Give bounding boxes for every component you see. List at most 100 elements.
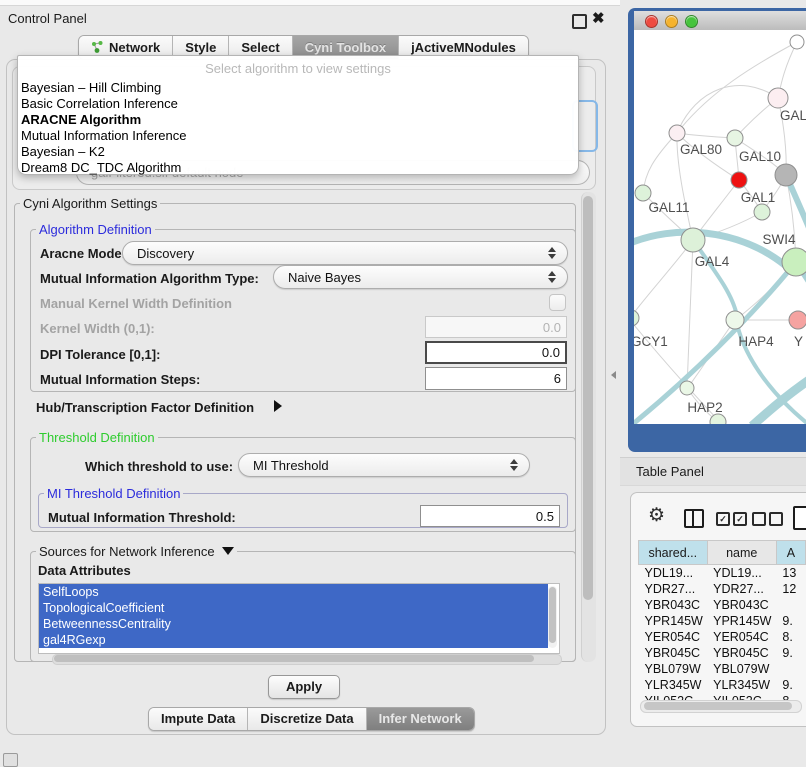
network-edge[interactable]	[643, 133, 677, 193]
table-cell[interactable]: YBR045C	[639, 645, 708, 661]
table-cell[interactable]: 9.	[776, 613, 805, 629]
attr-list-scrollbar[interactable]	[548, 586, 557, 648]
table-cell[interactable]: YPR145W	[639, 613, 708, 629]
network-node[interactable]	[789, 311, 806, 329]
attribute-list-item[interactable]: gal4RGexp	[39, 632, 548, 648]
table-column-header[interactable]: name	[707, 541, 776, 565]
algorithm-menu-item[interactable]: ARACNE Algorithm	[18, 112, 578, 128]
tab-impute-data[interactable]: Impute Data	[149, 708, 248, 730]
table-row[interactable]: YPR145WYPR145W9.	[639, 613, 806, 629]
table-cell[interactable]: 8.	[776, 629, 805, 645]
network-edge[interactable]	[677, 42, 797, 133]
minimized-panel-icon[interactable]	[3, 753, 18, 767]
table-cell[interactable]: YDL19...	[707, 565, 776, 582]
zoom-window-icon[interactable]	[685, 15, 698, 28]
network-node[interactable]	[731, 172, 747, 188]
network-node[interactable]	[782, 248, 806, 276]
algorithm-menu-item[interactable]: Bayesian – K2	[18, 144, 578, 160]
table-cell[interactable]: YBR043C	[639, 597, 708, 613]
table-column-header[interactable]: shared...	[639, 541, 708, 565]
mi-type-combobox[interactable]: Naive Bayes	[273, 265, 568, 289]
checked-box-icon[interactable]: ✓	[733, 512, 747, 526]
attribute-list-item[interactable]: TopologicalCoefficient	[39, 600, 548, 616]
close-window-icon[interactable]	[645, 15, 658, 28]
tab-infer-network[interactable]: Infer Network	[367, 708, 474, 730]
network-edge[interactable]	[677, 133, 735, 138]
sources-hscroll-thumb[interactable]	[54, 655, 534, 662]
table-row[interactable]: YDR27...YDR27...12	[639, 581, 806, 597]
table-row[interactable]: YBR043CYBR043C	[639, 597, 806, 613]
splitter-collapse-icon[interactable]	[611, 371, 616, 379]
table-cell[interactable]: YBL079W	[707, 661, 776, 677]
table-cell[interactable]: YDR27...	[639, 581, 708, 597]
network-node[interactable]	[726, 311, 744, 329]
network-view-canvas[interactable]: GALGAL80GAL10GAL1GAL11GAL4SWI4GCY1HAP4YH…	[634, 30, 806, 424]
unchecked-box-icon[interactable]	[752, 512, 766, 526]
table-cell[interactable]: YLR345W	[707, 677, 776, 693]
network-node[interactable]	[768, 88, 788, 108]
network-edge[interactable]	[634, 240, 693, 318]
table-cell[interactable]	[776, 661, 805, 677]
table-row[interactable]: YBR045CYBR045C9.	[639, 645, 806, 661]
network-node[interactable]	[634, 310, 639, 326]
table-cell[interactable]: YDR27...	[707, 581, 776, 597]
table-row[interactable]: YBL079WYBL079W	[639, 661, 806, 677]
close-panel-icon[interactable]: ✖	[592, 9, 605, 27]
network-edge[interactable]	[687, 240, 693, 388]
hub-section-label[interactable]: Hub/Transcription Factor Definition	[36, 400, 254, 415]
table-row[interactable]: YLR345WYLR345W9.	[639, 677, 806, 693]
expand-arrow-icon[interactable]	[274, 400, 282, 412]
mi-steps-input[interactable]: 6	[425, 367, 567, 390]
data-attributes-list[interactable]: SelfLoopsTopologicalCoefficientBetweenne…	[38, 583, 560, 654]
float-panel-icon[interactable]	[572, 14, 587, 29]
table-cell[interactable]: YDL19...	[639, 565, 708, 582]
aracne-mode-combobox[interactable]: Discovery	[122, 241, 568, 265]
network-node[interactable]	[775, 164, 797, 186]
algorithm-menu-item[interactable]: Basic Correlation Inference	[18, 96, 578, 112]
settings-scrollbar-thumb[interactable]	[583, 196, 593, 600]
network-node[interactable]	[727, 130, 743, 146]
algorithm-menu-item[interactable]: Bayesian – Hill Climbing	[18, 80, 578, 96]
apply-button[interactable]: Apply	[268, 675, 340, 699]
algorithm-menu-item[interactable]: Mutual Information Inference	[18, 128, 578, 144]
network-node[interactable]	[635, 185, 651, 201]
table-cell[interactable]: YER054C	[639, 629, 708, 645]
manual-kernel-checkbox[interactable]	[549, 294, 566, 311]
table-cell[interactable]: YPR145W	[707, 613, 776, 629]
table-cell[interactable]	[776, 597, 805, 613]
dpi-tolerance-input[interactable]: 0.0	[425, 341, 567, 364]
network-window-titlebar[interactable]	[634, 11, 806, 31]
table-cell[interactable]: YLR345W	[639, 677, 708, 693]
attribute-list-item[interactable]: BetweennessCentrality	[39, 616, 548, 632]
network-node[interactable]	[680, 381, 694, 395]
network-node[interactable]	[790, 35, 804, 49]
table-hscroll-thumb[interactable]	[644, 702, 792, 710]
table-cell[interactable]: 12	[776, 581, 805, 597]
kernel-width-input[interactable]: 0.0	[425, 316, 567, 338]
network-node[interactable]	[710, 414, 726, 424]
network-node[interactable]	[754, 204, 770, 220]
table-row[interactable]: YER054CYER054C8.	[639, 629, 806, 645]
table-cell[interactable]: YBL079W	[639, 661, 708, 677]
table-cell[interactable]: YBR045C	[707, 645, 776, 661]
table-column-header[interactable]: A	[776, 541, 805, 565]
network-node[interactable]	[681, 228, 705, 252]
table-cell[interactable]: 9.	[776, 677, 805, 693]
attribute-list-item[interactable]: SelfLoops	[39, 584, 548, 600]
minimize-window-icon[interactable]	[665, 15, 678, 28]
which-threshold-combobox[interactable]: MI Threshold	[238, 453, 530, 477]
table-cell[interactable]: 13	[776, 565, 805, 582]
table-cell[interactable]: 9.	[776, 645, 805, 661]
column-split-icon[interactable]	[684, 509, 704, 528]
collapse-arrow-icon[interactable]	[222, 547, 234, 555]
mi-threshold-input[interactable]: 0.5	[420, 505, 560, 527]
document-icon[interactable]	[793, 506, 806, 530]
node-table[interactable]: shared...nameA YDL19...YDL19...13YDR27..…	[638, 540, 806, 709]
table-cell[interactable]: YER054C	[707, 629, 776, 645]
gear-icon[interactable]: ⚙	[648, 506, 665, 525]
network-edge[interactable]	[693, 240, 737, 316]
tab-discretize-data[interactable]: Discretize Data	[248, 708, 366, 730]
unchecked-box-icon[interactable]	[769, 512, 783, 526]
algorithm-menu-item[interactable]: Dream8 DC_TDC Algorithm	[18, 160, 578, 176]
table-cell[interactable]: YBR043C	[707, 597, 776, 613]
